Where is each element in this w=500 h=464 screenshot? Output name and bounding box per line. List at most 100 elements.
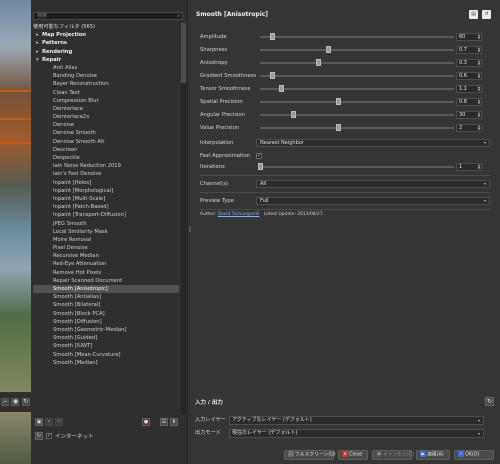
filter-item[interactable]: Denoise xyxy=(33,121,179,129)
param-value-field[interactable]: 0.6 ▲ ▼ xyxy=(456,72,482,80)
param-slider[interactable] xyxy=(260,59,454,66)
param-value-field[interactable]: 0.7 ▲ ▼ xyxy=(456,46,482,54)
filter-item[interactable]: Banding Denoise xyxy=(33,72,179,80)
filter-item[interactable]: Moire Removal xyxy=(33,236,179,244)
internet-checkbox[interactable]: ✓ xyxy=(46,433,52,439)
filter-item[interactable]: Smooth [Block PCA] xyxy=(33,310,179,318)
visibility-icon[interactable]: ● xyxy=(142,418,150,426)
filter-item[interactable]: Smooth [Mean-Curvature] xyxy=(33,351,179,359)
zoom-out-icon[interactable]: − xyxy=(1,398,10,406)
filter-item[interactable]: Smooth [Anisotropic] xyxy=(33,285,179,294)
scrollbar-thumb[interactable] xyxy=(181,23,186,83)
reset-params-icon[interactable]: ↺ xyxy=(482,10,491,19)
author-link[interactable]: David Tschumperlé xyxy=(218,212,260,217)
search-icon[interactable]: ⌕ xyxy=(177,13,180,19)
filter-tree-scrollbar[interactable] xyxy=(181,23,186,415)
zoom-fit-icon[interactable]: ◉ xyxy=(11,398,20,406)
param-value-field[interactable]: 0.8 ▲ ▼ xyxy=(456,98,482,106)
param-slider[interactable] xyxy=(260,72,454,79)
spinner-arrows-icon[interactable]: ▲ ▼ xyxy=(478,112,480,118)
input-layers-select[interactable]: アクティブなレイヤー (デフォルト) ▾ xyxy=(229,416,484,425)
filter-item[interactable]: Iain Noise Reduction 2019 xyxy=(33,162,179,170)
download-icon[interactable]: ⬇ xyxy=(170,418,178,426)
filter-item[interactable]: Inpaint [Patch-Based] xyxy=(33,203,179,211)
param-value-field[interactable]: 0.3 ▲ ▼ xyxy=(456,59,482,67)
filter-item[interactable]: Denoise Smooth Alt xyxy=(33,138,179,146)
spinner-arrows-icon[interactable]: ▲ ▼ xyxy=(478,99,480,105)
copy-command-icon[interactable]: ▤ xyxy=(469,10,478,19)
filter-item[interactable]: Clean Text xyxy=(33,89,179,97)
param-slider[interactable] xyxy=(260,85,454,92)
filter-item[interactable]: Remove Hot Pixels xyxy=(33,269,179,277)
splitter-grip[interactable] xyxy=(189,226,191,232)
slider-knob[interactable] xyxy=(279,85,285,92)
spinner-arrows-icon[interactable]: ▲ ▼ xyxy=(478,60,480,66)
filter-item[interactable]: Smooth [IUWT] xyxy=(33,342,179,350)
filter-item[interactable]: Smooth [Antialias] xyxy=(33,293,179,301)
filter-category[interactable]: ▸ Rendering xyxy=(33,48,179,56)
spinner-arrows-icon[interactable]: ▲ ▼ xyxy=(478,125,480,131)
spinner-arrows-icon[interactable]: ▲ ▼ xyxy=(478,164,480,170)
rename-icon[interactable]: ✎ xyxy=(55,418,63,426)
iterations-value-field[interactable]: 1 ▲ ▼ xyxy=(456,163,482,171)
filter-item[interactable]: Descreen xyxy=(33,146,179,154)
param-value-field[interactable]: 60 ▲ ▼ xyxy=(456,33,482,41)
slider-knob[interactable] xyxy=(335,124,341,131)
slider-knob[interactable] xyxy=(269,33,275,40)
filter-item[interactable]: Smooth [Bilateral] xyxy=(33,301,179,309)
add-favorite-icon[interactable]: ▣ xyxy=(35,418,43,426)
param-slider[interactable] xyxy=(260,46,454,53)
param-slider[interactable] xyxy=(260,111,454,118)
apply-button[interactable]: ▶ 適用(A) xyxy=(416,450,450,460)
filter-item[interactable]: Smooth [Median] xyxy=(33,359,179,367)
filter-category[interactable]: ▸ Patterns xyxy=(33,39,179,47)
param-value-field[interactable]: 1.1 ▲ ▼ xyxy=(456,85,482,93)
filter-item[interactable]: JPEG Smooth xyxy=(33,220,179,228)
filter-item[interactable]: Inpaint [Holes] xyxy=(33,179,179,187)
close-button[interactable]: ✕ Close xyxy=(338,450,368,460)
filter-category[interactable]: ▸ Map Projection xyxy=(33,31,179,39)
slider-knob[interactable] xyxy=(269,72,275,79)
ok-button[interactable]: ✓ OK(O) xyxy=(454,450,494,460)
slider-knob[interactable] xyxy=(325,46,331,53)
update-icon[interactable]: ↻ xyxy=(35,432,43,440)
filter-item[interactable]: Red-Eye Attenuation xyxy=(33,260,179,268)
param-slider[interactable] xyxy=(260,98,454,105)
refresh-icon[interactable]: ↻ xyxy=(21,398,30,406)
filter-item[interactable]: Deinterlace2x xyxy=(33,113,179,121)
filter-item[interactable]: Recursive Median xyxy=(33,252,179,260)
filter-item[interactable]: Inpaint [Transport-Diffusion] xyxy=(33,211,179,219)
filter-item[interactable]: Iain's Fast Denoise xyxy=(33,170,179,178)
filter-item[interactable]: Inpaint [Multi-Scale] xyxy=(33,195,179,203)
spinner-arrows-icon[interactable]: ▲ ▼ xyxy=(478,47,480,53)
filter-item[interactable]: Compression Blur xyxy=(33,97,179,105)
filter-tree[interactable]: 使用可能なフィルタ (565) ▸ Map Projection ▸ Patterns ▸… xyxy=(33,23,179,415)
param-slider[interactable] xyxy=(260,124,454,131)
channels-select[interactable]: All ▾ xyxy=(256,180,490,188)
interpolation-select[interactable]: Nearest Neighbor ▾ xyxy=(256,139,490,147)
cancel-button[interactable]: ⊘ キャンセル(C) xyxy=(372,450,414,460)
filter-item[interactable]: Bayer Reconstruction xyxy=(33,80,179,88)
param-value-field[interactable]: 2 ▲ ▼ xyxy=(456,124,482,132)
expand-icon[interactable]: ☰ xyxy=(160,418,168,426)
spinner-arrows-icon[interactable]: ▲ ▼ xyxy=(478,34,480,40)
filter-item[interactable]: Denoise Smooth xyxy=(33,129,179,137)
search-input[interactable]: 検索 ⌕ xyxy=(33,12,183,20)
param-value-field[interactable]: 30 ▲ ▼ xyxy=(456,111,482,119)
fast-approx-checkbox[interactable]: ✓ xyxy=(256,153,262,159)
filter-item[interactable]: Anti Alias xyxy=(33,64,179,72)
filter-tree-header[interactable]: 使用可能なフィルタ (565) xyxy=(33,23,179,31)
filter-item[interactable]: Pixel Denoise xyxy=(33,244,179,252)
spinner-arrows-icon[interactable]: ▲ ▼ xyxy=(478,86,480,92)
fullscreen-button[interactable]: ⛶ フルスクリーン(U) xyxy=(284,450,336,460)
filter-item[interactable]: Smooth [Geometric-Median] xyxy=(33,326,179,334)
preview-type-select[interactable]: Full ▾ xyxy=(256,197,490,205)
filter-item[interactable]: Despeckle xyxy=(33,154,179,162)
spinner-arrows-icon[interactable]: ▲ ▼ xyxy=(478,73,480,79)
io-reset-icon[interactable]: ↻ xyxy=(485,397,494,406)
param-slider[interactable] xyxy=(260,33,454,40)
filter-item[interactable]: Inpaint [Morphological] xyxy=(33,187,179,195)
slider-knob[interactable] xyxy=(316,59,322,66)
output-mode-select[interactable]: 現在のレイヤー (デフォルト) ▾ xyxy=(229,429,484,438)
iterations-slider[interactable] xyxy=(258,163,454,170)
